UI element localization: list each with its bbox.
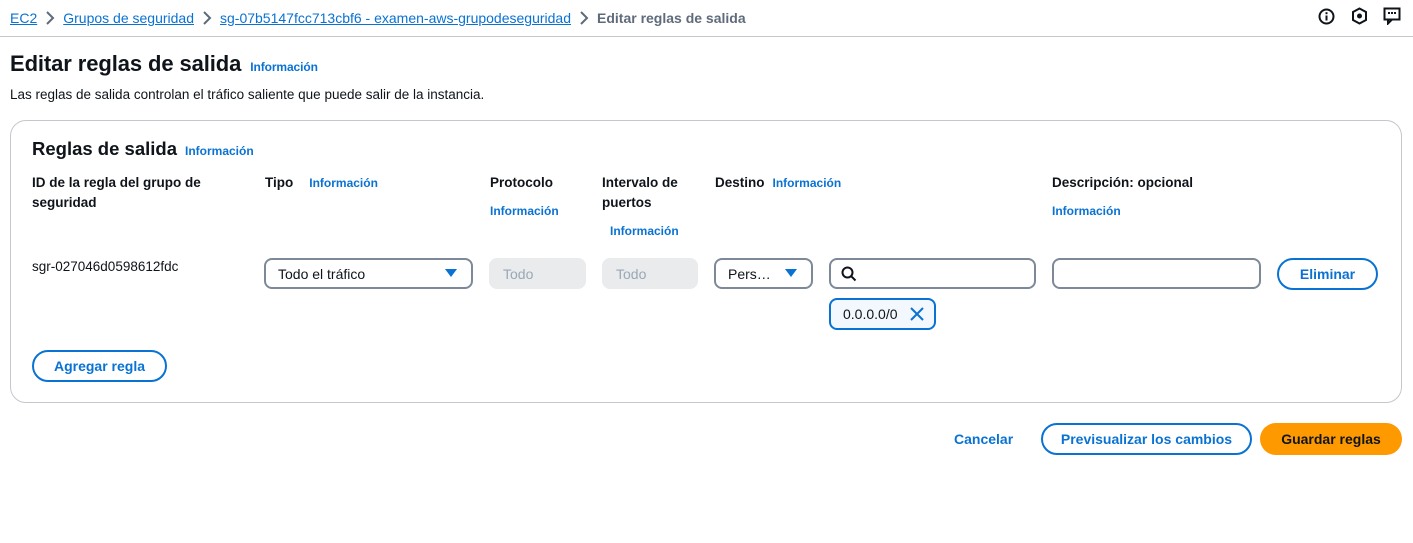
- destination-search-input[interactable]: [829, 258, 1036, 289]
- outbound-rules-container: Reglas de salida Información ID de la re…: [10, 120, 1402, 403]
- delete-rule-button[interactable]: Eliminar: [1277, 258, 1378, 290]
- column-header-protocol: Protocolo Información: [490, 173, 559, 221]
- column-header-description-label: Descripción: opcional: [1052, 175, 1194, 190]
- column-header-destination-label: Destino: [715, 175, 765, 190]
- chevron-right-icon: [571, 11, 597, 25]
- column-header-protocol-label: Protocolo: [490, 175, 553, 190]
- description-input[interactable]: [1052, 258, 1261, 289]
- preview-changes-button[interactable]: Previsualizar los cambios: [1041, 423, 1252, 455]
- protocol-info-link[interactable]: Información: [490, 201, 559, 221]
- port-range-info-link[interactable]: Información: [602, 221, 697, 241]
- search-icon: [841, 266, 857, 282]
- info-circle-icon[interactable]: [1317, 7, 1335, 25]
- protocol-field: Todo: [489, 258, 586, 289]
- breadcrumb-security-groups[interactable]: Grupos de seguridad: [63, 10, 194, 26]
- save-rules-button[interactable]: Guardar reglas: [1260, 423, 1402, 455]
- chevron-right-icon: [37, 11, 63, 25]
- column-header-type-label: Tipo: [265, 175, 294, 190]
- type-select[interactable]: Todo el tráfico: [264, 258, 473, 289]
- container-title: Reglas de salida Información: [32, 138, 254, 160]
- destination-type-select[interactable]: Pers…: [714, 258, 813, 289]
- cancel-button[interactable]: Cancelar: [954, 431, 1013, 447]
- feedback-icon[interactable]: [1383, 7, 1401, 25]
- breadcrumb-ec2[interactable]: EC2: [10, 10, 37, 26]
- destination-type-value: Pers…: [728, 265, 771, 282]
- breadcrumb-security-group[interactable]: sg-07b5147fcc713cbf6 - examen-aws-grupod…: [220, 10, 571, 26]
- breadcrumb-current: Editar reglas de salida: [597, 10, 746, 26]
- page-title: Editar reglas de salida Información: [10, 51, 318, 77]
- chevron-right-icon: [194, 11, 220, 25]
- port-range-field: Todo: [602, 258, 698, 289]
- shield-icon[interactable]: [1350, 7, 1368, 25]
- caret-down-icon: [785, 269, 797, 277]
- caret-down-icon: [445, 269, 457, 277]
- column-header-port-range-label: Intervalo de puertos: [602, 175, 678, 210]
- rule-id-value: sgr-027046d0598612fdc: [32, 259, 179, 274]
- rules-info-link[interactable]: Información: [185, 144, 254, 158]
- destination-info-link[interactable]: Información: [773, 173, 842, 193]
- page-info-link[interactable]: Información: [250, 60, 318, 74]
- destination-token: 0.0.0.0/0: [829, 298, 936, 330]
- breadcrumb: EC2 Grupos de seguridad sg-07b5147fcc713…: [0, 10, 746, 26]
- column-header-description: Descripción: opcional Información: [1052, 173, 1193, 221]
- container-title-text: Reglas de salida: [32, 138, 177, 159]
- type-info-link[interactable]: Información: [309, 173, 378, 193]
- destination-token-value: 0.0.0.0/0: [843, 306, 898, 322]
- top-bar: EC2 Grupos de seguridad sg-07b5147fcc713…: [0, 0, 1413, 37]
- add-rule-button[interactable]: Agregar regla: [32, 350, 167, 382]
- type-select-value: Todo el tráfico: [278, 265, 366, 282]
- page-description: Las reglas de salida controlan el tráfic…: [10, 87, 485, 102]
- column-header-rule-id: ID de la regla del grupo de seguridad: [32, 175, 201, 210]
- column-header-destination: Destino Información: [715, 173, 841, 193]
- top-icons: [1317, 7, 1401, 25]
- page-title-text: Editar reglas de salida: [10, 51, 242, 76]
- description-info-link[interactable]: Información: [1052, 201, 1193, 221]
- close-icon[interactable]: [909, 306, 925, 322]
- column-header-port-range: Intervalo de puertos Información: [602, 173, 697, 241]
- column-header-type: Tipo Información: [265, 173, 378, 193]
